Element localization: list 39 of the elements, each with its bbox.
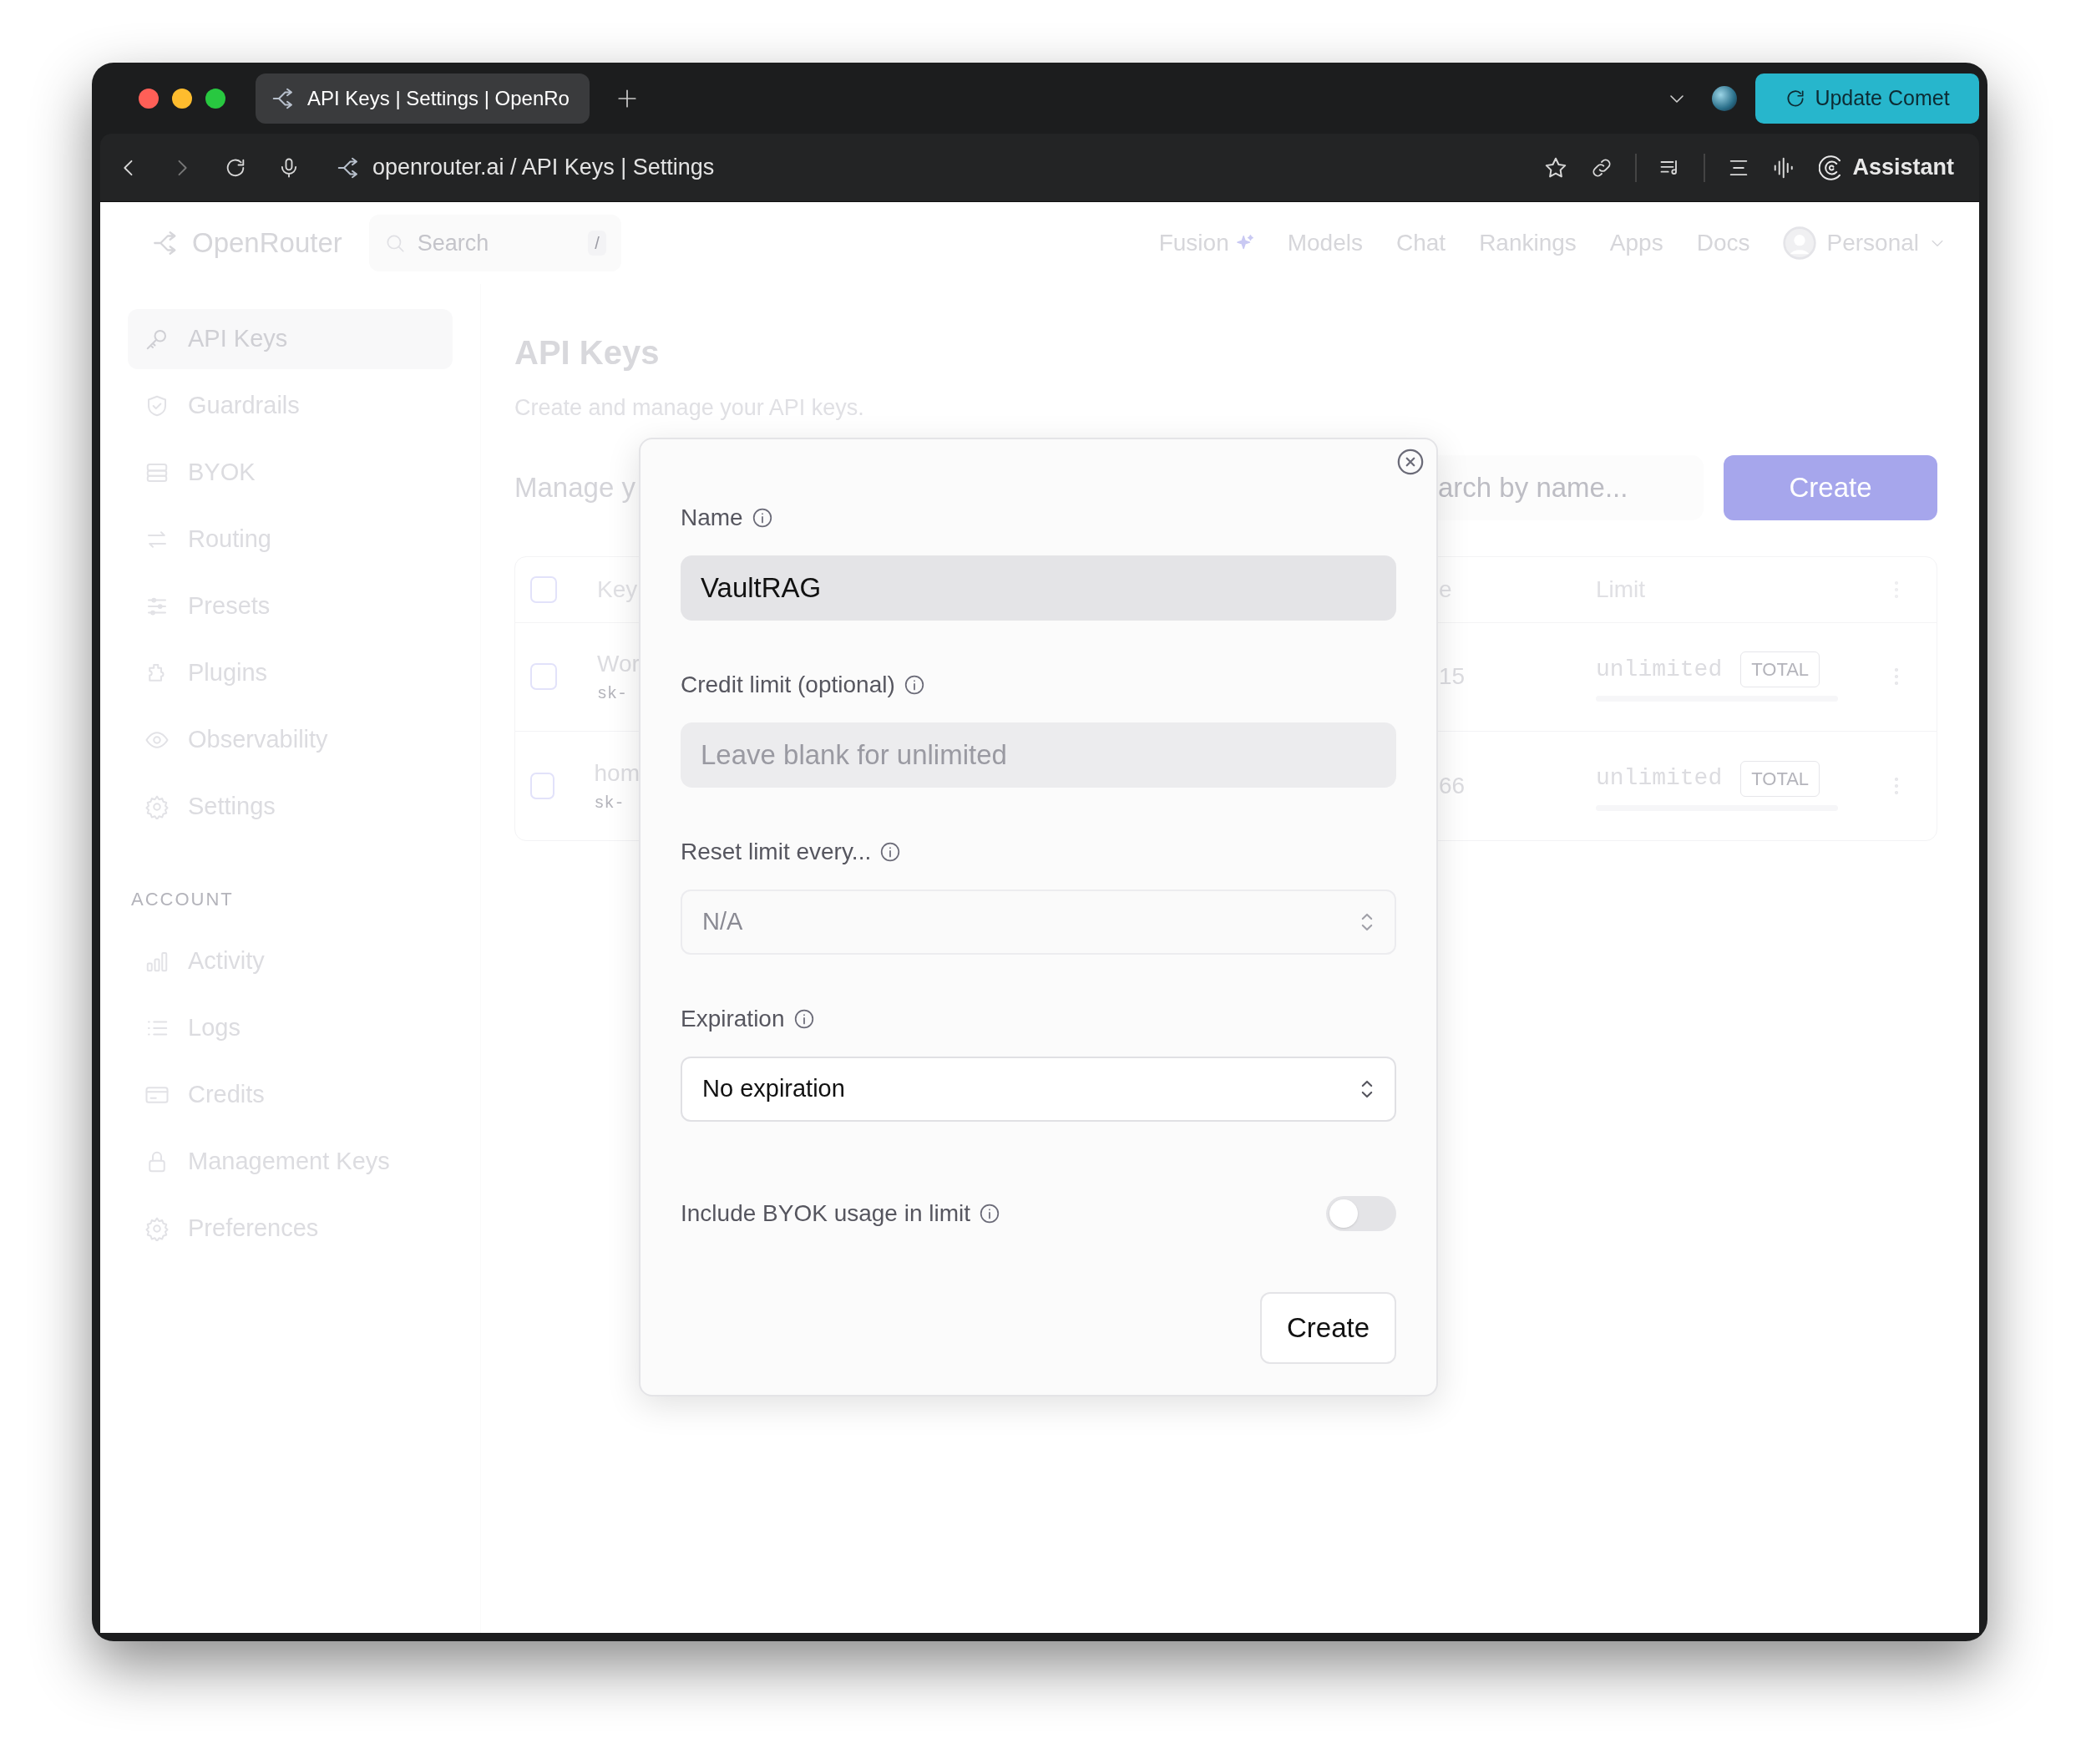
limit-tag: TOTAL [1740, 760, 1820, 797]
settings-icon [144, 794, 170, 819]
field-label: Credit limit (optional) [681, 671, 895, 699]
assistant-button[interactable]: Assistant [1819, 150, 1954, 185]
table-cell-text: sk- [594, 792, 625, 814]
field-label: Expiration [681, 1005, 785, 1033]
info-icon[interactable] [879, 841, 902, 863]
address-text[interactable]: openrouter.ai / API Keys | Settings [372, 150, 715, 185]
info-icon[interactable] [979, 1203, 1001, 1224]
user-avatar-icon [1783, 226, 1817, 260]
chevron-updown-icon [1359, 911, 1375, 933]
browser-tab[interactable]: API Keys | Settings | OpenRo [256, 73, 590, 124]
maximize-window-button[interactable] [205, 88, 225, 109]
shortcut-key: / [588, 231, 606, 256]
section-label: ACCOUNT [130, 888, 235, 911]
toggle-switch[interactable] [1326, 1196, 1396, 1231]
table-cell-text: sk- [597, 683, 628, 705]
field-label: Reset limit every... [681, 838, 872, 866]
limit-tag: TOTAL [1740, 651, 1820, 687]
checkbox[interactable] [530, 663, 557, 690]
close-icon[interactable] [1396, 448, 1425, 476]
create-button[interactable]: Create [1724, 454, 1937, 520]
input-field[interactable]: VaultRAG [681, 555, 1396, 621]
select-field[interactable]: No expiration [681, 1057, 1396, 1122]
info-icon[interactable] [903, 674, 925, 696]
field-label: Name [681, 504, 743, 532]
update-button[interactable]: Update Comet [1755, 73, 1979, 124]
checkbox[interactable] [530, 772, 554, 799]
settings-icon [144, 1216, 170, 1241]
toggle-label: Include BYOK usage in limit [681, 1199, 971, 1228]
input-field[interactable]: Leave blank for unlimited [681, 722, 1396, 788]
info-icon[interactable] [792, 1008, 815, 1030]
create-button[interactable]: Create [1260, 1292, 1396, 1364]
globe-icon [1712, 85, 1737, 111]
minimize-window-button[interactable] [172, 88, 192, 109]
chevron-updown-icon [1359, 1078, 1375, 1100]
info-icon[interactable] [751, 507, 773, 529]
checkbox[interactable] [530, 575, 557, 603]
close-window-button[interactable] [139, 88, 159, 109]
